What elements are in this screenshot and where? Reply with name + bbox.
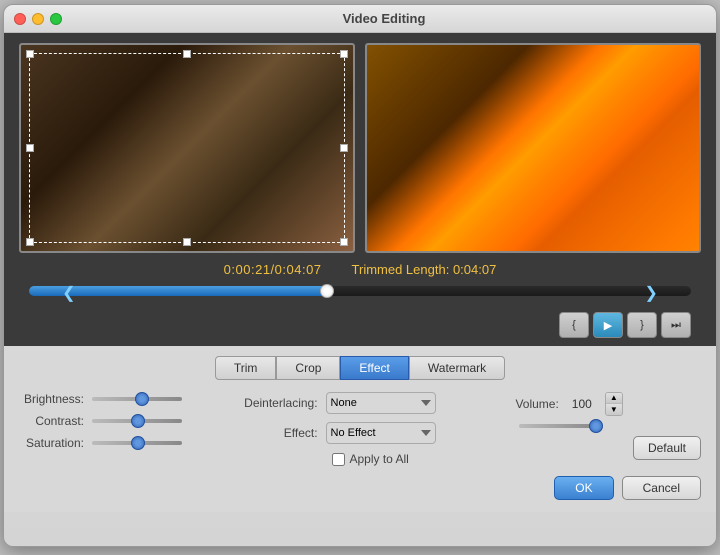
effect-row: Effect: No Effect Grayscale Sepia Invert <box>243 422 499 444</box>
timecode-bar: 0:00:21/0:04:07 Trimmed Length: 0:04:07 <box>19 253 701 281</box>
maximize-button[interactable] <box>50 13 62 25</box>
contrast-thumb[interactable] <box>131 414 145 428</box>
deinterlacing-row: Deinterlacing: None Bob Blend Discard <box>243 392 499 414</box>
apply-all-row: Apply to All <box>243 452 499 466</box>
window-title: Video Editing <box>62 11 706 26</box>
apply-to-all-label[interactable]: Apply to All <box>332 452 408 466</box>
brightness-label: Brightness: <box>19 392 84 406</box>
deinterlacing-label: Deinterlacing: <box>243 396 318 410</box>
default-button[interactable]: Default <box>633 436 701 460</box>
timeline-end-marker[interactable]: ❯ <box>645 283 658 303</box>
volume-row: Volume: 100 ▲ ▼ <box>509 392 701 416</box>
crop-handle-bm[interactable] <box>183 238 191 246</box>
timeline-start-marker[interactable]: ❮ <box>62 283 75 303</box>
crop-handle-tl[interactable] <box>26 50 34 58</box>
play-button[interactable]: ▶ <box>593 312 623 338</box>
cancel-button[interactable]: Cancel <box>622 476 701 500</box>
contrast-row: Contrast: <box>19 414 233 428</box>
ok-button[interactable]: OK <box>554 476 613 500</box>
left-panel: Brightness: Contrast: Saturation: <box>19 392 233 466</box>
crop-handle-rm[interactable] <box>340 144 348 152</box>
controls-area: Brightness: Contrast: Saturation: <box>19 392 701 466</box>
scrubber-area[interactable]: ❮ ❯ <box>19 281 701 312</box>
main-window: Video Editing <box>3 4 717 547</box>
brightness-row: Brightness: <box>19 392 233 406</box>
contrast-label: Contrast: <box>19 414 84 428</box>
deinterlacing-select[interactable]: None Bob Blend Discard <box>326 392 436 414</box>
saturation-slider[interactable] <box>92 441 182 445</box>
current-timecode: 0:00:21/0:04:07 <box>224 262 322 277</box>
contrast-slider[interactable] <box>92 419 182 423</box>
brightness-slider[interactable] <box>92 397 182 401</box>
scrubber-track[interactable]: ❮ ❯ <box>29 286 691 296</box>
video-panel-right <box>365 43 701 253</box>
center-panel: Deinterlacing: None Bob Blend Discard Ef… <box>233 392 499 466</box>
crop-handle-br[interactable] <box>340 238 348 246</box>
titlebar: Video Editing <box>4 5 716 33</box>
crop-handle-tm[interactable] <box>183 50 191 58</box>
brightness-thumb[interactable] <box>135 392 149 406</box>
apply-to-all-checkbox[interactable] <box>332 453 345 466</box>
volume-slider-thumb[interactable] <box>589 419 603 433</box>
crop-handle-lm[interactable] <box>26 144 34 152</box>
right-panel: Volume: 100 ▲ ▼ Default <box>499 392 701 466</box>
volume-up-button[interactable]: ▲ <box>606 393 622 404</box>
tab-crop[interactable]: Crop <box>276 356 340 380</box>
skip-end-button[interactable]: ⏭ <box>661 312 691 338</box>
video-panel-left <box>19 43 355 253</box>
effect-label: Effect: <box>243 426 318 440</box>
trimmed-length-text: Trimmed Length: 0:04:07 <box>352 262 497 277</box>
volume-label: Volume: <box>509 397 559 411</box>
tabs-row: Trim Crop Effect Watermark <box>19 356 701 380</box>
bottom-section: Trim Crop Effect Watermark Brightness: C… <box>4 346 716 512</box>
tab-watermark[interactable]: Watermark <box>409 356 505 380</box>
go-end-button[interactable]: } <box>627 312 657 338</box>
window-controls <box>14 13 62 25</box>
volume-slider[interactable] <box>519 424 599 428</box>
scrubber-thumb[interactable] <box>320 284 334 298</box>
go-start-button[interactable]: { <box>559 312 589 338</box>
minimize-button[interactable] <box>32 13 44 25</box>
volume-value: 100 <box>567 397 597 411</box>
crop-handle-tr[interactable] <box>340 50 348 58</box>
effect-select[interactable]: No Effect Grayscale Sepia Invert <box>326 422 436 444</box>
volume-slider-row <box>509 424 701 428</box>
video-panels <box>19 43 701 253</box>
tab-trim[interactable]: Trim <box>215 356 277 380</box>
bottom-buttons: OK Cancel <box>19 476 701 500</box>
video-section: 0:00:21/0:04:07 Trimmed Length: 0:04:07 … <box>4 33 716 346</box>
volume-down-button[interactable]: ▼ <box>606 404 622 415</box>
close-button[interactable] <box>14 13 26 25</box>
saturation-row: Saturation: <box>19 436 233 450</box>
video-frame-right <box>367 45 699 251</box>
crop-handle-bl[interactable] <box>26 238 34 246</box>
saturation-label: Saturation: <box>19 436 84 450</box>
saturation-thumb[interactable] <box>131 436 145 450</box>
volume-stepper[interactable]: ▲ ▼ <box>605 392 623 416</box>
crop-border-left <box>29 53 345 243</box>
tab-effect[interactable]: Effect <box>340 356 408 380</box>
